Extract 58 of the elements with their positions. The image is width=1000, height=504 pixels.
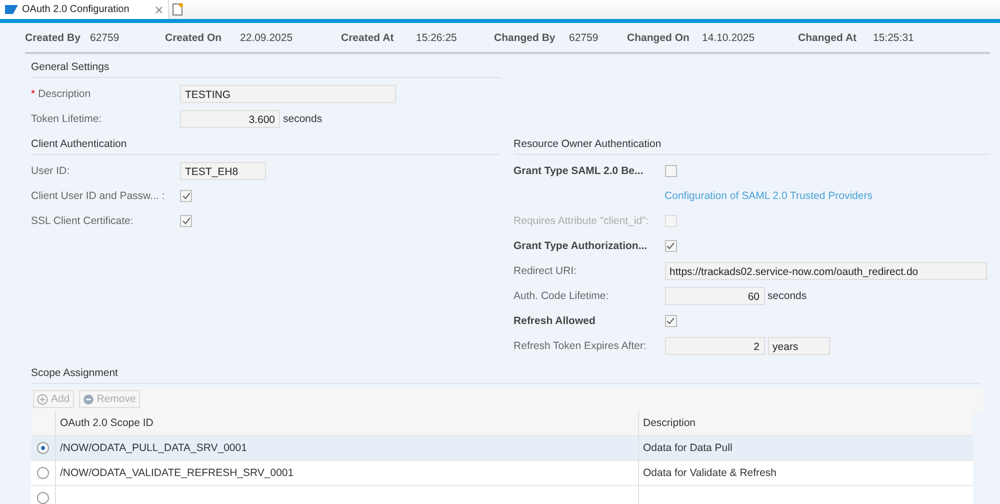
unit-label: seconds [768, 290, 807, 302]
header-label: Created By [25, 32, 82, 44]
checkbox[interactable] [664, 240, 677, 252]
header-label: Changed By [494, 32, 556, 44]
close-icon[interactable] [155, 6, 164, 14]
unit-field[interactable]: years [768, 336, 830, 354]
header-value: 62759 [569, 32, 600, 44]
checkbox[interactable] [180, 190, 192, 202]
field-label: Client User ID and Passw... : [31, 190, 165, 202]
section-title: Resource Owner Authentication [514, 131, 990, 155]
checkbox[interactable] [664, 164, 677, 176]
app-icon [5, 5, 18, 14]
new-page-icon [172, 3, 183, 16]
field-label: Refresh Token Expires After: [514, 340, 646, 352]
section-title: Scope Assignment [31, 360, 981, 384]
section-title: General Settings [31, 54, 501, 78]
header-label: Changed On [627, 32, 690, 44]
tab[interactable]: OAuth 2.0 Configuration [0, 0, 170, 19]
field-label: Token Lifetime: [31, 112, 102, 124]
field-label: Grant Type Authorization... [514, 240, 648, 252]
header-value: 14.10.2025 [702, 32, 756, 44]
unit-label: seconds [283, 112, 322, 124]
input-field[interactable]: TESTING [180, 84, 396, 102]
input-field[interactable]: 3.600 [180, 110, 280, 128]
radio-button[interactable] [37, 442, 49, 454]
field-label: Description [38, 88, 91, 100]
header-value: 62759 [90, 32, 120, 44]
header-label: Created At [341, 32, 395, 44]
minus-icon [82, 394, 94, 404]
section-title: Client Authentication [31, 131, 500, 155]
checkbox[interactable] [180, 214, 192, 226]
plus-icon [37, 394, 48, 404]
table-cell: /NOW/ODATA_VALIDATE_REFRESH_SRV_0001 [60, 467, 294, 479]
required-marker: * [31, 88, 36, 100]
header-value: 22.09.2025 [240, 32, 294, 44]
header-label: Changed At [798, 32, 858, 44]
header-label: Created On [165, 32, 223, 44]
radio-button[interactable] [37, 467, 49, 479]
field-label: Requires Attribute "client_id": [514, 214, 649, 226]
header-value: 15:26:25 [416, 32, 458, 44]
field-label: Redirect URI: [514, 264, 577, 276]
field-label: SSL Client Certificate: [31, 214, 134, 226]
field-label: User ID: [31, 164, 70, 176]
field-label: Grant Type SAML 2.0 Be... [514, 164, 644, 176]
input-field[interactable]: TEST_EH8 [180, 162, 266, 180]
table-cell: Odata for Validate & Refresh [643, 467, 776, 479]
radio-button[interactable] [37, 492, 49, 504]
header-value: 15:25:31 [873, 32, 915, 44]
field-label: Refresh Allowed [514, 314, 596, 326]
table-cell: Odata for Data Pull [643, 442, 732, 454]
table-cell: /NOW/ODATA_PULL_DATA_SRV_0001 [60, 442, 247, 454]
input-field[interactable]: https://trackads02.service-now.com/oauth_redirect.do [664, 262, 987, 280]
checkbox[interactable] [664, 314, 677, 326]
field-label: Auth. Code Lifetime: [514, 290, 609, 302]
column-header[interactable]: Description [639, 411, 973, 435]
column-header[interactable]: OAuth 2.0 Scope ID [56, 411, 639, 435]
input-field[interactable]: 2 [664, 336, 765, 354]
input-field[interactable]: 60 [664, 286, 765, 304]
